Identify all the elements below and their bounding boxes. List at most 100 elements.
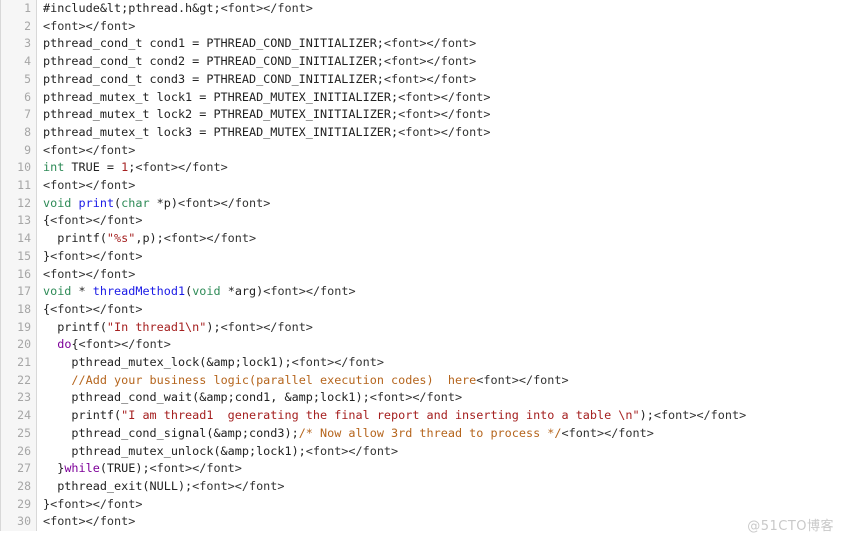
code-line-content[interactable]: {<font></font> bbox=[36, 212, 848, 231]
code-token-tag: <font></font> bbox=[43, 18, 136, 33]
code-line-row: 5 pthread_cond_t cond3 = PTHREAD_COND_INI… bbox=[0, 70, 848, 89]
code-token-tag: <font></font> bbox=[220, 319, 313, 334]
code-line-content[interactable]: <font></font> bbox=[36, 177, 848, 195]
code-line-row: 29}<font></font> bbox=[0, 495, 848, 514]
code-token-plain: pthread_cond_t cond1 = PTHREAD_COND_INIT… bbox=[43, 36, 384, 51]
line-number: 24 bbox=[0, 407, 37, 425]
line-number: 19 bbox=[0, 318, 37, 337]
code-token-tag: <font></font> bbox=[291, 355, 384, 370]
code-line-row: 4 pthread_cond_t cond2 = PTHREAD_COND_INI… bbox=[0, 53, 848, 71]
code-token-tag: <font></font> bbox=[43, 266, 136, 281]
code-snippet-viewer: 1 #include&lt;pthread.h&gt;<font></font> 2… bbox=[0, 0, 848, 542]
code-token-comment: /* Now allow 3rd thread to process */ bbox=[298, 425, 562, 440]
code-line-content[interactable]: #include&lt;pthread.h&gt;<font></font> bbox=[36, 0, 848, 18]
code-line-content[interactable]: //Add your business logic(parallel execu… bbox=[36, 371, 848, 390]
code-token-function: print bbox=[78, 195, 115, 210]
line-number: 14 bbox=[0, 230, 37, 248]
code-line-content[interactable]: pthread_cond_t cond3 = PTHREAD_COND_INIT… bbox=[36, 70, 848, 89]
code-token-plain: { bbox=[71, 337, 79, 352]
code-token-control: do bbox=[57, 337, 72, 352]
code-line-content[interactable]: {<font></font> bbox=[36, 300, 848, 319]
code-line-content[interactable]: pthread_cond_signal(&amp;cond3);/* Now a… bbox=[36, 424, 848, 443]
line-number: 17 bbox=[0, 283, 37, 301]
code-token-plain: pthread_mutex_unlock(&amp;lock1); bbox=[43, 443, 306, 458]
code-token-tag: <font></font> bbox=[50, 248, 143, 263]
code-line-row: 10 int TRUE = 1;<font></font> bbox=[0, 159, 848, 178]
code-token-plain: ); bbox=[206, 319, 221, 334]
code-line-content[interactable]: <font></font> bbox=[36, 265, 848, 284]
code-line-content[interactable]: printf("%s",p);<font></font> bbox=[36, 230, 848, 248]
code-token-tag: <font></font> bbox=[383, 54, 477, 69]
code-token-tag: <font></font> bbox=[50, 213, 143, 228]
code-line-content[interactable]: pthread_mutex_lock(&amp;lock1);<font></f… bbox=[36, 354, 848, 372]
code-line-row: 1 #include&lt;pthread.h&gt;<font></font> bbox=[0, 0, 848, 18]
code-line-content[interactable]: pthread_cond_t cond2 = PTHREAD_COND_INIT… bbox=[36, 53, 848, 71]
code-token-tag: <font></font> bbox=[135, 160, 228, 175]
code-token-plain: pthread_mutex_t lock3 = PTHREAD_MUTEX_IN… bbox=[43, 124, 399, 139]
code-line-content[interactable]: <font></font> bbox=[36, 141, 848, 160]
code-line-row: 25 pthread_cond_signal(&amp;cond3);/* No… bbox=[0, 424, 848, 443]
code-line-content[interactable]: }<font></font> bbox=[36, 247, 848, 266]
code-token-plain: pthread_mutex_t lock1 = PTHREAD_MUTEX_IN… bbox=[43, 89, 399, 104]
code-line-content[interactable]: int TRUE = 1;<font></font> bbox=[36, 159, 848, 178]
code-line-content[interactable]: pthread_exit(NULL);<font></font> bbox=[36, 477, 848, 496]
code-token-plain: pthread_mutex_lock(&amp;lock1); bbox=[43, 355, 292, 370]
code-token-plain: (TRUE); bbox=[99, 461, 150, 476]
code-token-tag: <font></font> bbox=[192, 478, 285, 493]
line-number: 28 bbox=[0, 477, 37, 496]
code-line-row: 8 pthread_mutex_t lock3 = PTHREAD_MUTEX_I… bbox=[0, 123, 848, 142]
code-line-content[interactable]: void print(char *p)<font></font> bbox=[36, 194, 848, 213]
code-line-content[interactable]: pthread_mutex_t lock3 = PTHREAD_MUTEX_IN… bbox=[36, 123, 848, 142]
code-token-tag: <font></font> bbox=[305, 443, 399, 458]
code-line-content[interactable]: printf("I am thread1 generating the fina… bbox=[36, 407, 848, 425]
code-line-row: 17 void * threadMethod1(void *arg)<font><… bbox=[0, 283, 848, 301]
line-number: 1 bbox=[0, 0, 37, 18]
code-token-keyword: void bbox=[43, 284, 72, 299]
code-line-row: 22 //Add your business logic(parallel ex… bbox=[0, 371, 848, 390]
code-token-tag: <font></font> bbox=[220, 1, 313, 15]
code-token-plain: ,p); bbox=[135, 231, 164, 246]
code-token-plain: printf( bbox=[43, 319, 107, 334]
code-line-content[interactable]: <font></font> bbox=[36, 17, 848, 36]
line-number: 15 bbox=[0, 247, 37, 266]
code-token-comment: //Add your business logic(parallel execu… bbox=[71, 372, 477, 387]
code-line-content[interactable]: pthread_cond_t cond1 = PTHREAD_COND_INIT… bbox=[36, 35, 848, 54]
code-token-plain: printf( bbox=[43, 231, 107, 246]
code-token-tag: <font></font> bbox=[398, 124, 491, 139]
line-number: 25 bbox=[0, 424, 37, 443]
code-line-content[interactable]: printf("In thread1\n");<font></font> bbox=[36, 318, 848, 337]
line-number: 8 bbox=[0, 123, 37, 142]
code-line-content[interactable]: void * threadMethod1(void *arg)<font></f… bbox=[36, 283, 848, 301]
line-number: 27 bbox=[0, 460, 37, 478]
line-number: 9 bbox=[0, 141, 37, 160]
code-token-plain: pthread_cond_signal(&amp;cond3); bbox=[43, 425, 299, 440]
code-line-content[interactable]: do{<font></font> bbox=[36, 336, 848, 355]
line-number: 13 bbox=[0, 212, 37, 231]
code-line-content[interactable]: pthread_cond_wait(&amp;cond1, &amp;lock1… bbox=[36, 389, 848, 408]
code-token-tag: <font></font> bbox=[398, 89, 491, 104]
line-number: 3 bbox=[0, 35, 37, 54]
code-line-row: 26 pthread_mutex_unlock(&amp;lock1);<fon… bbox=[0, 442, 848, 461]
code-token-plain: pthread_cond_wait(&amp;cond1, &amp;lock1… bbox=[43, 390, 370, 405]
code-token-tag: <font></font> bbox=[263, 284, 356, 299]
code-line-row: 18 {<font></font> bbox=[0, 300, 848, 319]
code-token-plain: TRUE = bbox=[64, 160, 122, 175]
code-line-content[interactable]: }<font></font> bbox=[36, 495, 848, 514]
code-line-content[interactable]: pthread_mutex_t lock2 = PTHREAD_MUTEX_IN… bbox=[36, 106, 848, 124]
code-line-content[interactable]: pthread_mutex_t lock1 = PTHREAD_MUTEX_IN… bbox=[36, 88, 848, 107]
code-lines-table: 1 #include&lt;pthread.h&gt;<font></font> 2… bbox=[0, 0, 848, 532]
code-line-row: 24 printf("I am thread1 generating the f… bbox=[0, 407, 848, 425]
line-number: 2 bbox=[0, 17, 37, 36]
code-token-plain: #include&lt;pthread.h&gt; bbox=[43, 1, 221, 15]
code-token-tag: <font></font> bbox=[50, 496, 143, 511]
code-lines-body: 1 #include&lt;pthread.h&gt;<font></font> 2… bbox=[0, 0, 848, 532]
code-line-content[interactable]: }while(TRUE);<font></font> bbox=[36, 460, 848, 478]
code-token-plain: pthread_mutex_t lock2 = PTHREAD_MUTEX_IN… bbox=[43, 107, 399, 122]
code-line-content[interactable]: pthread_mutex_unlock(&amp;lock1);<font><… bbox=[36, 442, 848, 461]
line-number: 22 bbox=[0, 371, 37, 390]
code-line-content[interactable]: <font></font> bbox=[36, 513, 848, 532]
code-line-row: 2 <font></font> bbox=[0, 17, 848, 36]
